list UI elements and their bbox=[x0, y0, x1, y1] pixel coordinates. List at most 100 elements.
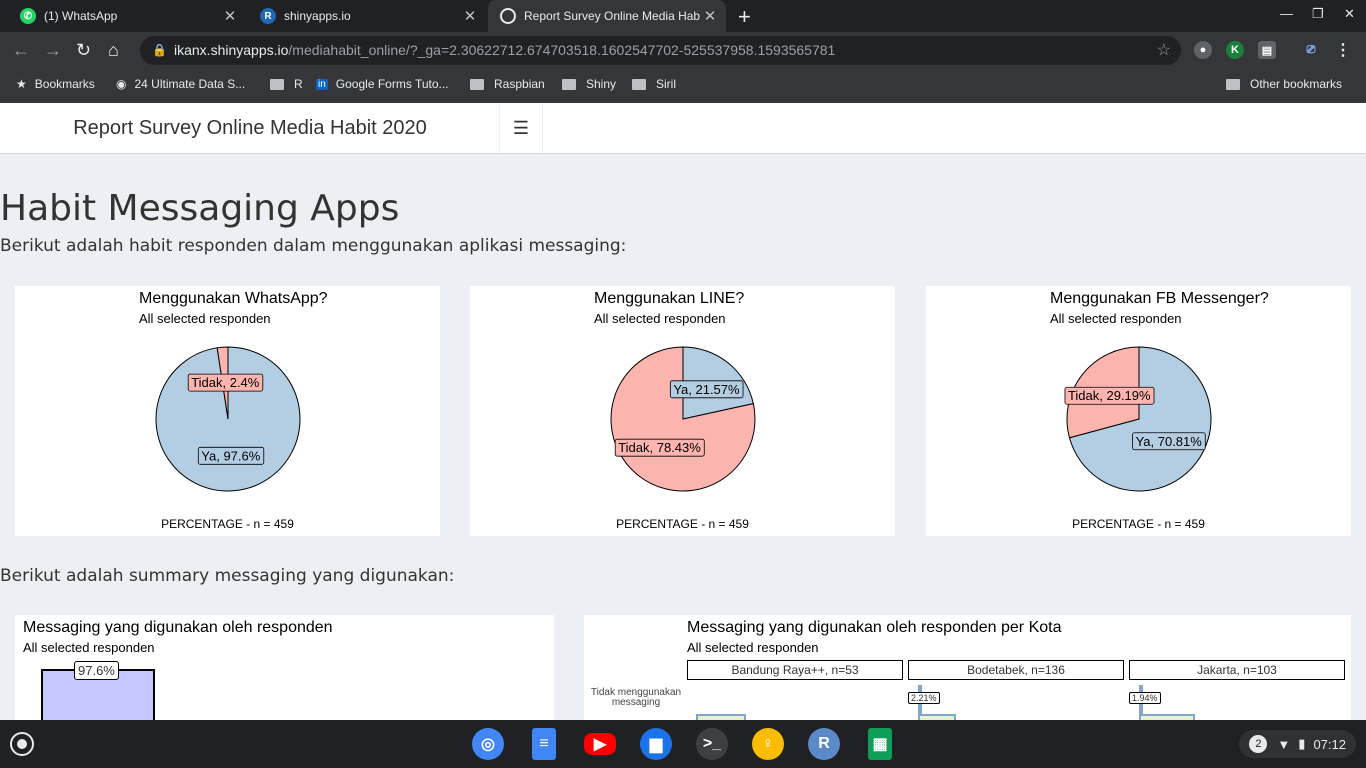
url-host: ikanx.shinyapps.io bbox=[174, 42, 289, 58]
page-title: Habit Messaging Apps bbox=[0, 188, 400, 229]
bookmark-bookmarks[interactable]: ★ Bookmarks bbox=[16, 77, 95, 91]
tab-whatsapp[interactable]: ✆ (1) WhatsApp ✕ bbox=[8, 0, 246, 32]
star-icon: ★ bbox=[16, 77, 27, 91]
app-title: Report Survey Online Media Habit 2020 bbox=[73, 117, 427, 139]
svg-text:Tidak, 29.19%: Tidak, 29.19% bbox=[1068, 388, 1151, 403]
data-label: 2.21% bbox=[908, 692, 940, 704]
close-window-icon[interactable]: ✕ bbox=[1344, 6, 1355, 22]
close-icon[interactable]: ✕ bbox=[220, 7, 240, 25]
forward-icon[interactable]: → bbox=[44, 40, 62, 61]
tab-shinyapps[interactable]: R shinyapps.io ✕ bbox=[248, 0, 486, 32]
pie-chart-line: Ya, 21.57% Tidak, 78.43% bbox=[610, 346, 756, 492]
extension-icon[interactable]: ● bbox=[1194, 41, 1212, 59]
terminal-app-icon[interactable]: >_ bbox=[696, 728, 728, 760]
folder-icon bbox=[1226, 78, 1240, 90]
folder-icon bbox=[470, 78, 484, 90]
folder-icon bbox=[632, 78, 646, 90]
rstudio-app-icon[interactable]: R bbox=[808, 728, 840, 760]
pie-label: Ya, 21.57% bbox=[669, 380, 744, 399]
pie-label: Ya, 70.81% bbox=[1132, 432, 1206, 451]
close-icon[interactable]: ✕ bbox=[460, 7, 480, 25]
svg-text:Ya, 21.57%: Ya, 21.57% bbox=[673, 382, 740, 397]
youtube-app-icon[interactable]: ▶ bbox=[584, 733, 616, 755]
tab-title: shinyapps.io bbox=[284, 9, 351, 23]
close-icon[interactable]: ✕ bbox=[700, 7, 720, 25]
sheets-app-icon[interactable]: ▦ bbox=[868, 728, 892, 760]
home-icon[interactable]: ⌂ bbox=[108, 40, 119, 61]
chart-subtitle: All selected responden bbox=[687, 640, 819, 655]
bookmark-siril[interactable]: Siril bbox=[632, 77, 676, 91]
tab-title: (1) WhatsApp bbox=[44, 9, 118, 23]
pie-chart-whatsapp: Ya, 97.6% Tidak, 2.4% bbox=[155, 346, 301, 492]
chart-subtitle: All selected responden bbox=[23, 640, 155, 655]
pie-card-fb-messenger: Menggunakan FB Messenger? All selected r… bbox=[926, 286, 1351, 536]
pie-label: Ya, 97.6% bbox=[197, 446, 265, 465]
battery-icon: ▮ bbox=[1298, 736, 1306, 751]
folder-icon bbox=[270, 78, 284, 90]
app-header: Report Survey Online Media Habit 2020 ☰ bbox=[0, 103, 1366, 154]
tab-report-survey[interactable]: Report Survey Online Media Habit ✕ bbox=[488, 0, 726, 32]
menu-kebab-icon[interactable]: ⋮ bbox=[1334, 41, 1352, 59]
bookmark-google-forms[interactable]: in Google Forms Tuto... bbox=[316, 77, 449, 91]
y-axis-label: Tidak menggunakan messaging bbox=[590, 687, 682, 708]
svg-text:Ya, 97.6%: Ya, 97.6% bbox=[201, 448, 260, 463]
new-tab-icon[interactable]: + bbox=[738, 4, 751, 30]
chart-subtitle: All selected responden bbox=[594, 311, 726, 326]
linkedin-icon: in bbox=[316, 78, 328, 90]
svg-text:Tidak, 2.4%: Tidak, 2.4% bbox=[191, 375, 260, 390]
facet-strip: Bodetabek, n=136 bbox=[908, 660, 1124, 680]
wifi-icon: ▼ bbox=[1277, 736, 1291, 752]
pie-label: Tidak, 78.43% bbox=[614, 438, 705, 457]
files-app-icon[interactable]: ▆ bbox=[640, 728, 672, 760]
chart-title: Messaging yang digunakan oleh responden bbox=[23, 619, 333, 636]
main-content: Habit Messaging Apps Berikut adalah habi… bbox=[0, 154, 1366, 720]
svg-text:Tidak, 78.43%: Tidak, 78.43% bbox=[618, 440, 701, 455]
pie-chart-fb-messenger: Ya, 70.81% Tidak, 29.19% bbox=[1064, 346, 1212, 492]
summary-intro-text: Berikut adalah summary messaging yang di… bbox=[0, 566, 455, 586]
address-bar[interactable]: 🔒 ikanx.shinyapps.io/mediahabit_online/?… bbox=[140, 36, 1181, 65]
bookmark-raspbian[interactable]: Raspbian bbox=[470, 77, 545, 91]
facet-strip: Jakarta, n=103 bbox=[1129, 660, 1345, 680]
bookmark-other[interactable]: Other bookmarks bbox=[1226, 77, 1342, 91]
svg-text:Ya, 70.81%: Ya, 70.81% bbox=[1136, 434, 1203, 449]
bookmark-data-science[interactable]: ◉ 24 Ultimate Data S... bbox=[116, 77, 245, 91]
bookmarks-bar: ★ Bookmarks ◉ 24 Ultimate Data S... R in Go… bbox=[0, 69, 1366, 103]
docs-app-icon[interactable]: ≡ bbox=[532, 728, 556, 760]
keep-app-icon[interactable]: ♀ bbox=[752, 728, 784, 760]
minimize-icon[interactable]: — bbox=[1280, 6, 1293, 21]
whatsapp-icon: ✆ bbox=[20, 8, 36, 24]
url-path: /mediahabit_online/?_ga=2.30622712.67470… bbox=[288, 42, 836, 58]
pie-label: Tidak, 29.19% bbox=[1064, 386, 1155, 405]
chart-title: Menggunakan WhatsApp? bbox=[139, 290, 328, 307]
lock-icon: 🔒 bbox=[152, 43, 167, 57]
back-icon[interactable]: ← bbox=[12, 40, 30, 61]
launcher-icon[interactable] bbox=[10, 732, 34, 756]
intro-text: Berikut adalah habit responden dalam men… bbox=[0, 236, 627, 256]
clock: 07:12 bbox=[1313, 736, 1346, 752]
bar-card-messaging: Messaging yang digunakan oleh responden … bbox=[15, 615, 554, 720]
sidebar-toggle-icon[interactable]: ☰ bbox=[499, 103, 543, 153]
bookmark-shiny[interactable]: Shiny bbox=[562, 77, 616, 91]
chart-footer: PERCENTAGE - n = 459 bbox=[616, 517, 749, 531]
system-tray[interactable]: 2 ▼ ▮ 07:12 bbox=[1239, 730, 1356, 758]
facet-card-per-kota: Messaging yang digunakan oleh responden … bbox=[584, 615, 1351, 720]
chart-title: Menggunakan LINE? bbox=[594, 290, 745, 307]
k-extension-icon[interactable]: K bbox=[1226, 41, 1244, 59]
chart-title: Messaging yang digunakan oleh responden … bbox=[687, 619, 1062, 636]
r-logo-icon: R bbox=[260, 8, 276, 24]
reload-icon[interactable]: ↻ bbox=[76, 40, 91, 61]
globe-icon: ◉ bbox=[116, 77, 127, 91]
cast-icon[interactable]: ⎚ bbox=[1302, 41, 1320, 59]
browser-tab-strip: ✆ (1) WhatsApp ✕ R shinyapps.io ✕ Report… bbox=[0, 0, 1366, 32]
bookmark-r[interactable]: R bbox=[270, 77, 303, 91]
printer-extension-icon[interactable]: ▤ bbox=[1258, 41, 1276, 59]
restore-icon[interactable]: ❐ bbox=[1312, 6, 1324, 22]
pie-label: Tidak, 2.4% bbox=[187, 373, 264, 392]
browser-toolbar: ← → ↻ ⌂ 🔒 ikanx.shinyapps.io/mediahabit_… bbox=[0, 32, 1366, 69]
data-label: 97.6% bbox=[74, 661, 119, 680]
pie-card-line: Menggunakan LINE? All selected responden… bbox=[470, 286, 895, 536]
bookmark-star-icon[interactable]: ☆ bbox=[1157, 36, 1171, 65]
os-shelf: ◎ ≡ ▶ ▆ >_ ♀ R ▦ 2 ▼ ▮ 07:12 bbox=[0, 720, 1366, 768]
chrome-app-icon[interactable]: ◎ bbox=[472, 728, 504, 760]
pie-card-whatsapp: Menggunakan WhatsApp? All selected respo… bbox=[15, 286, 440, 536]
